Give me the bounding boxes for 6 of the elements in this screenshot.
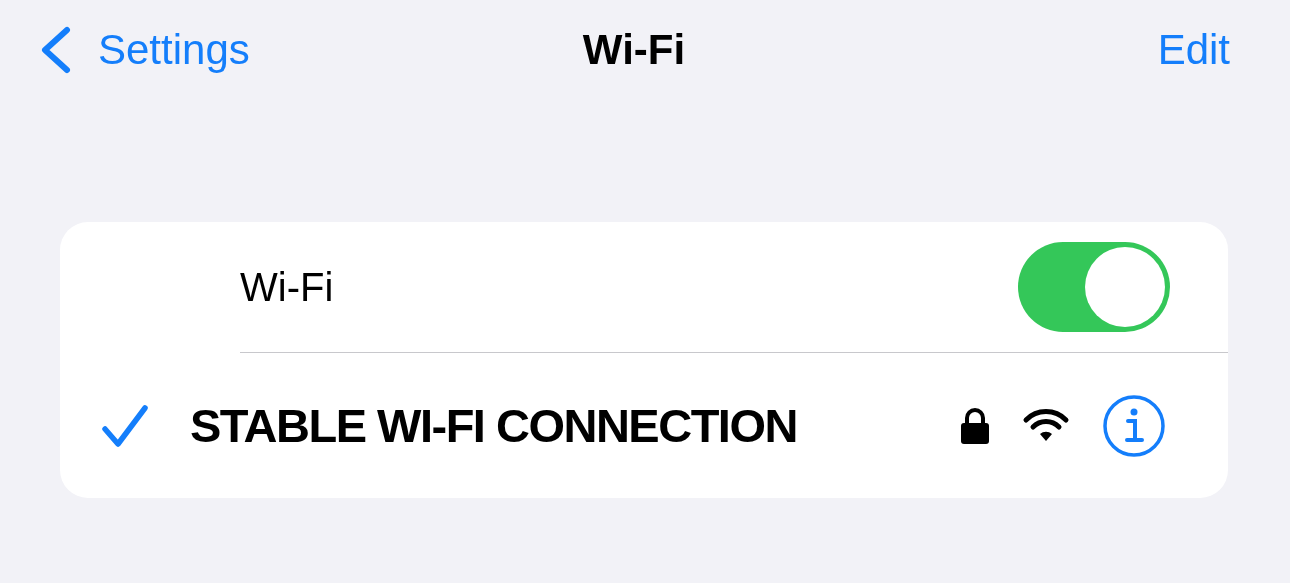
info-icon[interactable] [1102, 393, 1166, 458]
page-title: Wi-Fi [582, 26, 686, 74]
wifi-label: Wi-Fi [240, 264, 334, 310]
network-name[interactable]: STABLE WI-FI CONNECTION [190, 398, 797, 453]
edit-button[interactable]: Edit [1157, 26, 1230, 74]
back-button[interactable]: Settings [38, 26, 250, 74]
